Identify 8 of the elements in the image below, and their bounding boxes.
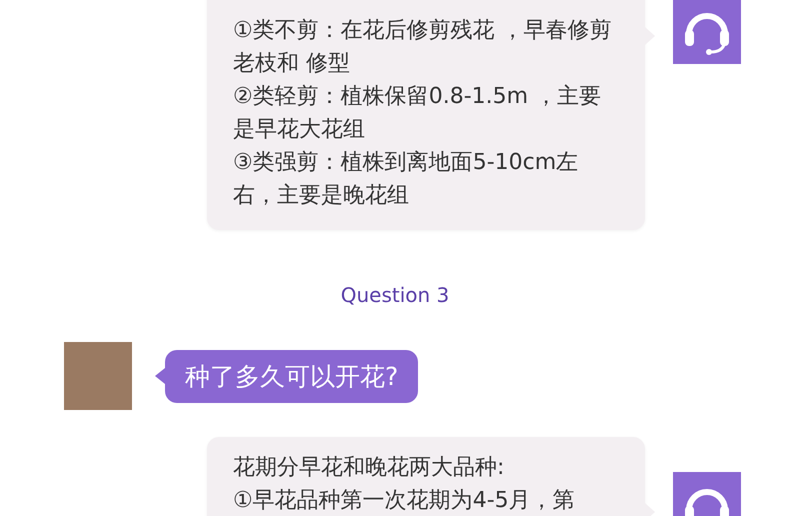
message-text: ②类轻剪：植株保留0.8-1.5m ，主要是早花大花组 [233,83,602,144]
message-text: ③类强剪：植株到离地面5-10cm左右，主要是晚花组 [233,149,580,210]
message-text: 花期分早花和晚花两大品种: [233,454,506,482]
message-text: ①早花品种第一次花期为4-5月，第 [233,487,576,515]
message-text: 种了多久可以开花? [185,360,398,392]
section-heading: Question 3 [340,283,450,307]
avatar-photo-placeholder [64,342,132,410]
message-text: ①类不剪：在花后修剪残花 ，早春修剪老枝和 修型 [233,17,613,78]
